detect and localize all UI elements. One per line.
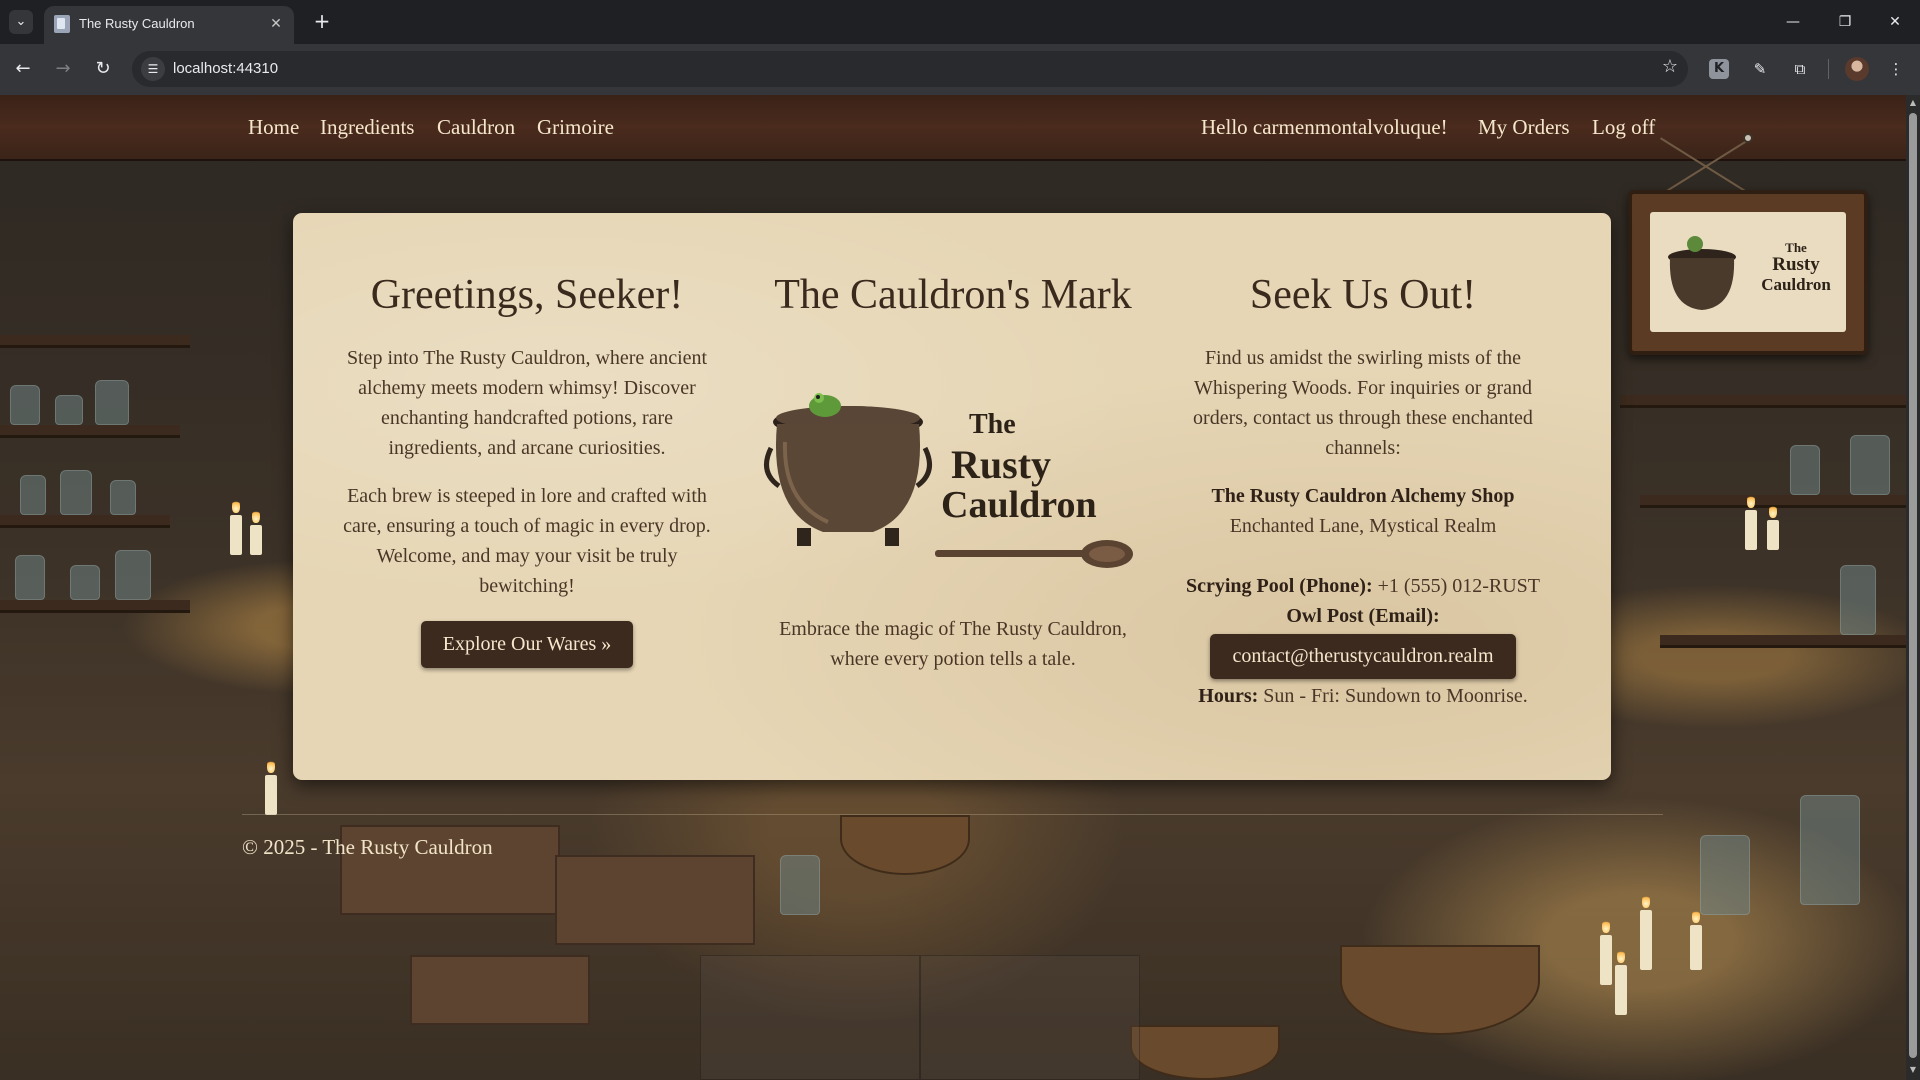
tab-strip: ⌄ The Rusty Cauldron ✕ + — ❐ ✕ [0, 0, 1920, 44]
parchment-card: Greetings, Seeker! Step into The Rusty C… [293, 213, 1611, 780]
mark-column: The Cauldron's Mark The Rusty Cauldron E… [753, 271, 1153, 674]
explore-wares-button[interactable]: Explore Our Wares » [420, 621, 634, 668]
extension-k-icon[interactable]: K [1709, 59, 1729, 79]
phone-value: +1 (555) 012-RUST [1377, 575, 1541, 597]
nav-grimoire-link[interactable]: Grimoire [537, 115, 614, 140]
contact-heading: Seek Us Out! [1249, 272, 1477, 318]
tab-title: The Rusty Cauldron [79, 16, 195, 31]
nav-home-link[interactable]: Home [248, 115, 299, 140]
greetings-paragraph-2: Each brew is steeped in lore and crafted… [343, 485, 711, 597]
restore-icon[interactable]: ❐ [1825, 8, 1865, 36]
page-viewport: Home Ingredients Cauldron Grimoire Hello… [0, 95, 1906, 1080]
nav-cauldron-link[interactable]: Cauldron [437, 115, 515, 140]
rusty-cauldron-logo: The Rusty Cauldron [763, 377, 1143, 582]
close-window-icon[interactable]: ✕ [1875, 8, 1915, 36]
tab-active[interactable]: The Rusty Cauldron ✕ [44, 6, 294, 44]
greetings-paragraph-1: Step into The Rusty Cauldron, where anci… [346, 347, 708, 459]
hanging-sign-logo: The Rusty Cauldron [1628, 190, 1868, 355]
shop-address: Enchanted Lane, Mystical Realm [1229, 515, 1497, 537]
footer-copyright: © 2025 - The Rusty Cauldron [242, 835, 493, 859]
nav-ingredients-link[interactable]: Ingredients [320, 115, 414, 140]
bookmark-star-icon[interactable]: ☆ [1662, 56, 1678, 77]
greetings-heading: Greetings, Seeker! [370, 272, 684, 318]
new-tab-button[interactable]: + [310, 10, 334, 34]
logo-text-cauldron: Cauldron [941, 484, 1097, 526]
toolbar-divider [1828, 59, 1829, 79]
profile-avatar[interactable] [1845, 57, 1869, 81]
mark-caption: Embrace the magic of The Rusty Cauldron,… [779, 618, 1127, 670]
hours-label: Hours: [1198, 685, 1259, 707]
back-arrow-icon[interactable]: ← [8, 54, 38, 84]
contact-intro: Find us amidst the swirling mists of the… [1193, 347, 1533, 459]
close-icon[interactable]: ✕ [266, 14, 286, 34]
site-navbar: Home Ingredients Cauldron Grimoire Hello… [0, 95, 1906, 161]
scroll-down-icon[interactable]: ▼ [1908, 1065, 1918, 1075]
page-icon [54, 15, 70, 33]
minimize-icon[interactable]: — [1773, 8, 1813, 36]
sign-panel: The Rusty Cauldron [1650, 212, 1846, 332]
footer-divider [242, 814, 1663, 815]
url-text[interactable]: localhost:44310 [173, 60, 278, 77]
address-bar[interactable]: ☰ localhost:44310 ☆ [132, 51, 1688, 87]
nav-log-off-link[interactable]: Log off [1592, 115, 1655, 140]
browser-chrome: ⌄ The Rusty Cauldron ✕ + — ❐ ✕ ← → ↻ ☰ l… [0, 0, 1920, 95]
browser-toolbar: ← → ↻ ☰ localhost:44310 ☆ K ✎ ⧉ ⋮ [0, 44, 1920, 95]
contact-column: Seek Us Out! Find us amidst the swirling… [1173, 271, 1553, 711]
tab-search-button[interactable]: ⌄ [9, 10, 33, 34]
page-scrollbar[interactable]: ▲ ▼ [1906, 95, 1920, 1080]
extensions-puzzle-icon[interactable]: ⧉ [1787, 56, 1813, 82]
scrollbar-thumb[interactable] [1909, 113, 1917, 1058]
mark-heading: The Cauldron's Mark [774, 272, 1132, 318]
wooden-spoon-icon [935, 540, 1133, 568]
phone-label: Scrying Pool (Phone): [1185, 575, 1373, 597]
sign-text-line3: Cauldron [1761, 275, 1831, 294]
cauldron-frog-icon [764, 393, 932, 546]
forward-arrow-icon[interactable]: → [48, 54, 78, 84]
hours-value: Sun - Fri: Sundown to Moonrise. [1263, 685, 1528, 707]
greetings-column: Greetings, Seeker! Step into The Rusty C… [339, 271, 715, 668]
sign-nail [1743, 133, 1753, 143]
sign-text-line1: The [1785, 240, 1807, 255]
menu-dots-icon[interactable]: ⋮ [1883, 56, 1909, 82]
reload-icon[interactable]: ↻ [88, 54, 118, 84]
email-button[interactable]: contact@therustycauldron.realm [1210, 634, 1516, 679]
email-label: Owl Post (Email): [1286, 605, 1440, 627]
logo-text-rusty: Rusty [951, 442, 1052, 487]
extension-pen-icon[interactable]: ✎ [1747, 56, 1773, 82]
nav-my-orders-link[interactable]: My Orders [1478, 115, 1570, 140]
site-info-icon[interactable]: ☰ [141, 57, 165, 81]
shop-name: The Rusty Cauldron Alchemy Shop [1211, 485, 1515, 507]
sign-text-line2: Rusty [1772, 254, 1820, 275]
scroll-up-icon[interactable]: ▲ [1908, 98, 1918, 108]
user-greeting-link[interactable]: Hello carmenmontalvoluque! [1201, 115, 1448, 140]
logo-text-the: The [969, 409, 1016, 440]
